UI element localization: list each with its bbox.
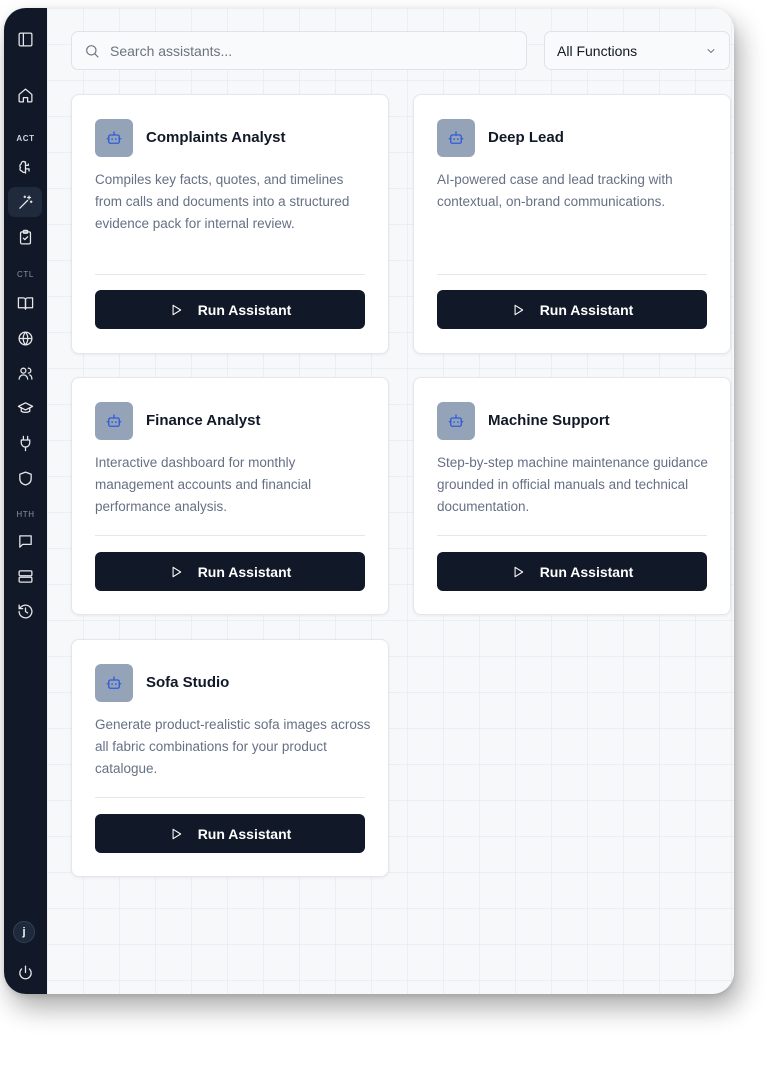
card-divider [95, 797, 365, 798]
assistant-card: Sofa Studio Generate product-realistic s… [71, 639, 389, 877]
run-assistant-label: Run Assistant [539, 301, 634, 318]
run-assistant-button[interactable]: Run Assistant [95, 552, 365, 591]
assistant-title: Sofa Studio [146, 674, 230, 691]
assistant-description: Compiles key facts, quotes, and timeline… [95, 172, 350, 231]
play-icon [172, 304, 181, 315]
assistant-card: Complaints Analyst Compiles key facts, q… [71, 94, 389, 354]
assistant-title: Finance Analyst [146, 412, 261, 429]
run-assistant-label: Run Assistant [197, 563, 292, 580]
bot-icon [95, 664, 133, 702]
run-assistant-button[interactable]: Run Assistant [95, 290, 365, 329]
home-icon[interactable] [8, 80, 42, 110]
main-content: All Functions Complaints Analyst Compile… [47, 8, 734, 994]
assistant-title: Complaints Analyst [146, 129, 286, 146]
play-icon [172, 566, 181, 577]
book-icon[interactable] [8, 288, 42, 318]
assistant-title: Deep Lead [488, 129, 564, 146]
run-assistant-button[interactable]: Run Assistant [437, 552, 707, 591]
assistant-title: Machine Support [488, 412, 610, 429]
history-icon[interactable] [8, 596, 42, 626]
globe-icon[interactable] [8, 323, 42, 353]
bot-icon [95, 119, 133, 157]
run-assistant-label: Run Assistant [197, 301, 292, 318]
run-assistant-button[interactable]: Run Assistant [437, 290, 707, 329]
section-label-hth: HTH [16, 510, 35, 519]
users-icon[interactable] [8, 358, 42, 388]
search-input[interactable] [110, 42, 490, 59]
assistant-description: Interactive dashboard for monthly manage… [95, 455, 312, 514]
run-assistant-label: Run Assistant [539, 563, 634, 580]
panel-toggle-icon[interactable] [8, 24, 42, 54]
card-divider [437, 535, 707, 536]
bot-icon [95, 402, 133, 440]
bot-icon [437, 119, 475, 157]
power-icon[interactable] [8, 957, 42, 987]
assistant-card: Deep Lead AI-powered case and lead track… [413, 94, 731, 354]
assistant-description: AI-powered case and lead tracking with c… [437, 172, 673, 209]
play-icon [514, 566, 523, 577]
function-filter-value: All Functions [557, 42, 638, 59]
graduation-cap-icon[interactable] [8, 393, 42, 423]
section-label-ctl: CTL [17, 270, 34, 279]
assistant-card: Finance Analyst Interactive dashboard fo… [71, 377, 389, 615]
server-icon[interactable] [8, 561, 42, 591]
brain-icon[interactable] [8, 152, 42, 182]
function-filter-select[interactable]: All Functions [544, 31, 730, 70]
card-divider [437, 274, 707, 275]
card-divider [95, 274, 365, 275]
play-icon [514, 304, 523, 315]
run-assistant-label: Run Assistant [197, 825, 292, 842]
clipboard-icon[interactable] [8, 222, 42, 252]
play-icon [172, 828, 181, 839]
avatar[interactable]: j [13, 921, 35, 943]
assistant-card: Machine Support Step-by-step machine mai… [413, 377, 731, 615]
app-window: ACT CTL HTH j Search assistants... All F… [4, 8, 734, 994]
plug-icon[interactable] [8, 428, 42, 458]
bot-icon [437, 402, 475, 440]
magic-wand-icon[interactable] [8, 187, 42, 217]
assistant-description: Generate product-realistic sofa images a… [95, 717, 371, 776]
shield-icon[interactable] [8, 463, 42, 493]
card-divider [95, 535, 365, 536]
run-assistant-button[interactable]: Run Assistant [95, 814, 365, 853]
search-icon [86, 44, 99, 58]
section-label-act: ACT [16, 134, 35, 143]
search-box[interactable] [71, 31, 527, 70]
sidebar: ACT CTL HTH j [4, 8, 47, 994]
assistant-description: Step-by-step machine maintenance guidanc… [437, 455, 708, 514]
chat-icon[interactable] [8, 526, 42, 556]
chevron-down-icon [707, 48, 715, 53]
